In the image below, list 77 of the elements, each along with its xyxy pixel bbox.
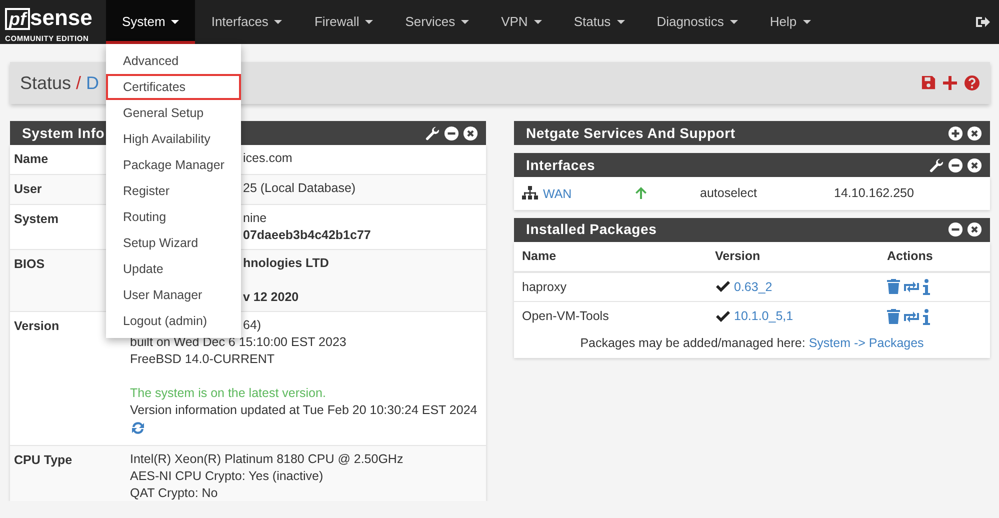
field-value: Version information updated at Tue Feb 20 10:30:24 EST 2024 xyxy=(130,402,478,418)
breadcrumb-item: Status xyxy=(20,72,72,94)
field-value: QAT Crypto: No xyxy=(130,484,218,501)
menu-item[interactable]: Logout (admin) xyxy=(106,308,241,334)
nav-menu[interactable]: VPN xyxy=(485,0,558,44)
field-value: 07daeeb3b4c42b1c77 xyxy=(243,226,371,244)
logo-text: sense xyxy=(30,5,92,30)
nav-menu[interactable]: Firewall xyxy=(298,0,390,44)
panel-title: System Info xyxy=(22,124,105,143)
menu-item[interactable]: Certificates xyxy=(106,74,241,100)
field-value: Intel(R) Xeon(R) Platinum 8180 CPU @ 2.50GHz xyxy=(130,450,404,468)
field-value: 25 (Local Database) xyxy=(243,180,356,197)
expand-icon[interactable] xyxy=(948,126,963,140)
close-icon[interactable] xyxy=(967,126,982,140)
interface-link[interactable]: WAN xyxy=(543,185,572,204)
menu-item[interactable]: Update xyxy=(106,256,241,282)
wrench-icon[interactable] xyxy=(929,158,944,172)
field-value: 64) xyxy=(243,316,262,334)
info-icon[interactable] xyxy=(923,278,930,295)
trash-icon[interactable] xyxy=(887,309,900,324)
refresh-icon[interactable] xyxy=(130,420,146,436)
footer-text: Packages may be added/managed here: System -> Packages xyxy=(579,335,925,352)
column-header: Name xyxy=(522,248,558,265)
menu-item[interactable]: User Manager xyxy=(106,282,241,308)
nav-menu[interactable]: Diagnostics xyxy=(640,0,754,44)
nav-menu[interactable]: Interfaces xyxy=(195,0,298,44)
sync-icon[interactable] xyxy=(902,310,921,324)
package-name: Open-VM-Tools xyxy=(522,308,610,326)
help-icon[interactable] xyxy=(964,75,980,91)
menu-item[interactable]: Setup Wizard xyxy=(106,230,241,256)
collapse-icon[interactable] xyxy=(948,158,963,172)
panel-title: Installed Packages xyxy=(526,220,657,240)
info-icon[interactable] xyxy=(923,308,930,325)
panel-title: Interfaces xyxy=(526,156,596,174)
check-icon xyxy=(715,280,730,294)
check-icon xyxy=(715,310,730,324)
version-link[interactable]: 10.1.0_5,1 xyxy=(734,307,794,326)
network-icon xyxy=(522,186,538,200)
collapse-icon[interactable] xyxy=(444,126,459,140)
add-icon[interactable] xyxy=(942,75,958,91)
menu-item[interactable]: High Availability xyxy=(106,126,241,152)
nav-menu[interactable]: System xyxy=(106,0,196,44)
breadcrumb-separator: / xyxy=(76,72,82,94)
menu-item[interactable]: General Setup xyxy=(106,100,241,126)
interface-media: autoselect xyxy=(700,185,758,202)
column-header: Version xyxy=(715,248,762,265)
package-name: haproxy xyxy=(522,278,568,296)
menu-item[interactable]: Advanced xyxy=(106,48,241,74)
trash-icon[interactable] xyxy=(887,279,900,294)
logout-icon[interactable] xyxy=(975,15,991,29)
packages-link[interactable]: System -> Packages xyxy=(808,336,924,350)
sync-icon[interactable] xyxy=(902,280,921,294)
menu-item[interactable]: Register xyxy=(106,178,241,204)
collapse-icon[interactable] xyxy=(948,222,963,238)
menu-item[interactable]: Routing xyxy=(106,204,241,230)
panel-title: Netgate Services And Support xyxy=(526,124,736,143)
status-message: The system is on the latest version. xyxy=(130,384,326,402)
field-value: AES-NI CPU Crypto: Yes (inactive) xyxy=(130,468,324,484)
close-icon[interactable] xyxy=(967,158,982,172)
field-value: nine xyxy=(243,210,267,226)
save-icon[interactable] xyxy=(921,75,936,90)
version-link[interactable]: 0.63_2 xyxy=(734,278,772,296)
menu-item[interactable]: Package Manager xyxy=(106,152,241,178)
close-icon[interactable] xyxy=(463,126,478,140)
nav-menu[interactable]: Help xyxy=(754,0,827,44)
field-value: ices.com xyxy=(243,150,292,167)
field-value: hnologies LTD xyxy=(243,254,329,272)
nav-menu[interactable]: Status xyxy=(558,0,641,44)
field-value: v 12 2020 xyxy=(243,288,299,306)
wrench-icon[interactable] xyxy=(425,126,440,140)
field-label: CPU Type xyxy=(14,452,74,469)
nav-menu[interactable]: Services xyxy=(389,0,486,44)
close-icon[interactable] xyxy=(967,222,982,238)
logo-mark: pf xyxy=(5,8,30,30)
interface-address: 14.10.162.250 xyxy=(834,185,914,202)
column-header: Actions xyxy=(887,248,933,265)
field-value: FreeBSD 14.0-CURRENT xyxy=(130,350,274,368)
